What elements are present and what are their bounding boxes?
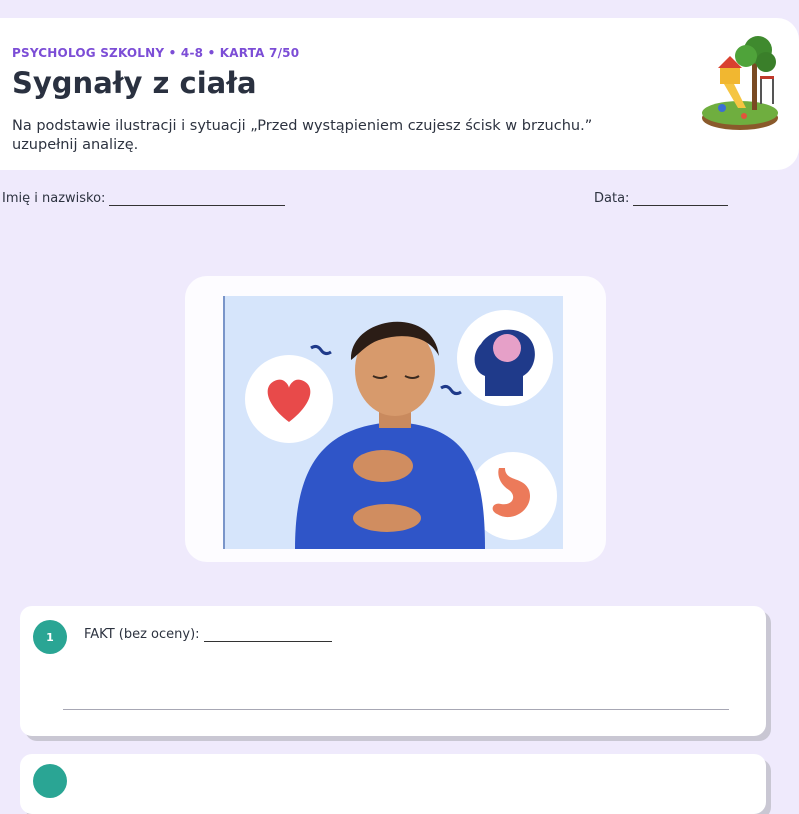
question-number-badge-2 — [33, 764, 67, 798]
name-label: Imię i nazwisko: — [2, 191, 106, 206]
name-field: Imię i nazwisko: — [2, 191, 286, 206]
fact-input-line[interactable] — [203, 627, 332, 642]
worksheet-kicker: PSYCHOLOG SZKOLNY • 4-8 • KARTA 7/50 — [12, 46, 300, 60]
boy-stomach-ache-illustration — [223, 296, 563, 549]
playground-logo-icon — [702, 36, 778, 130]
question-card-1: 1 FAKT (bez oceny): — [20, 606, 766, 736]
question-number-badge: 1 — [33, 620, 67, 654]
page-title: Sygnały z ciała — [12, 66, 257, 100]
question-label: FAKT (bez oceny): — [84, 627, 332, 642]
question-text: FAKT (bez oceny): — [84, 627, 200, 642]
question-card-2 — [20, 754, 766, 814]
answer-line[interactable] — [63, 709, 729, 710]
page-instructions: Na podstawie ilustracji i sytuacji „Prze… — [12, 118, 593, 153]
illustration-card — [185, 276, 606, 562]
date-field: Data: — [594, 191, 729, 206]
name-input-line[interactable] — [109, 191, 286, 206]
date-input-line[interactable] — [633, 191, 729, 206]
date-label: Data: — [594, 191, 630, 206]
